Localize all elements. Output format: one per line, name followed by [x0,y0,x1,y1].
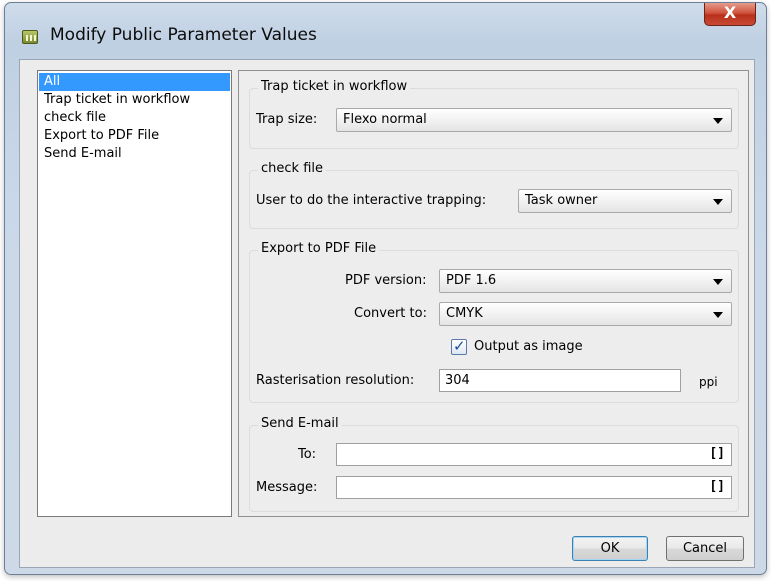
pdf-version-label: PDF version: [345,273,427,288]
trap-size-label: Trap size: [256,112,318,127]
list-item-export-pdf[interactable]: Export to PDF File [39,127,230,145]
chevron-down-icon [713,199,723,205]
convert-to-dropdown[interactable]: CMYK [439,302,732,326]
close-button[interactable]: X [704,3,756,26]
variable-picker-icon[interactable]: [] [709,479,725,494]
pdf-version-dropdown[interactable]: PDF 1.6 [439,269,732,293]
interactive-user-label: User to do the interactive trapping: [256,193,487,208]
group-title-trap-ticket: Trap ticket in workflow [258,79,411,94]
group-send-email: Send E-mail To: [] Message: [] [249,416,739,512]
interactive-user-dropdown[interactable]: Task owner [518,189,732,213]
chevron-down-icon [713,279,723,285]
group-title-export-pdf: Export to PDF File [258,241,380,256]
dialog-window: Modify Public Parameter Values X All Tra… [4,2,767,575]
chevron-down-icon [713,118,723,124]
dialog-body: All Trap ticket in workflow check file E… [19,59,755,568]
resolution-unit: ppi [699,375,718,389]
variable-picker-icon[interactable]: [] [709,446,725,461]
interactive-user-value: Task owner [525,193,598,208]
parameters-panel: Trap ticket in workflow Trap size: Flexo… [238,70,749,517]
list-item-send-email[interactable]: Send E-mail [39,145,230,163]
list-item-check-file[interactable]: check file [39,109,230,127]
output-as-image-label[interactable]: Output as image [474,339,583,354]
trap-size-dropdown[interactable]: Flexo normal [336,108,732,132]
title-bar[interactable]: Modify Public Parameter Values X [5,3,766,59]
resolution-value: 304 [445,373,470,388]
app-icon [22,30,38,44]
output-as-image-checkbox[interactable] [451,337,467,355]
to-label: To: [298,447,317,462]
to-field[interactable]: [] [336,443,732,466]
pdf-version-value: PDF 1.6 [446,273,497,288]
group-export-pdf: Export to PDF File PDF version: PDF 1.6 … [249,241,739,403]
chevron-down-icon [713,312,723,318]
group-trap-ticket: Trap ticket in workflow Trap size: Flexo… [249,79,739,149]
trap-size-value: Flexo normal [343,112,427,127]
convert-to-value: CMYK [446,306,483,321]
group-check-file: check file User to do the interactive tr… [249,161,739,229]
convert-to-label: Convert to: [354,306,427,321]
group-title-send-email: Send E-mail [258,416,342,431]
resolution-label: Rasterisation resolution: [256,373,415,388]
message-field[interactable]: [] [336,476,732,499]
cancel-button[interactable]: Cancel [666,536,744,561]
group-title-check-file: check file [258,161,326,176]
list-item-all[interactable]: All [39,73,230,91]
window-title: Modify Public Parameter Values [50,25,317,45]
message-label: Message: [256,480,318,495]
section-list[interactable]: All Trap ticket in workflow check file E… [37,70,232,517]
ok-button[interactable]: OK [572,536,648,561]
resolution-input[interactable]: 304 [439,369,681,392]
list-item-trap-ticket[interactable]: Trap ticket in workflow [39,91,230,109]
